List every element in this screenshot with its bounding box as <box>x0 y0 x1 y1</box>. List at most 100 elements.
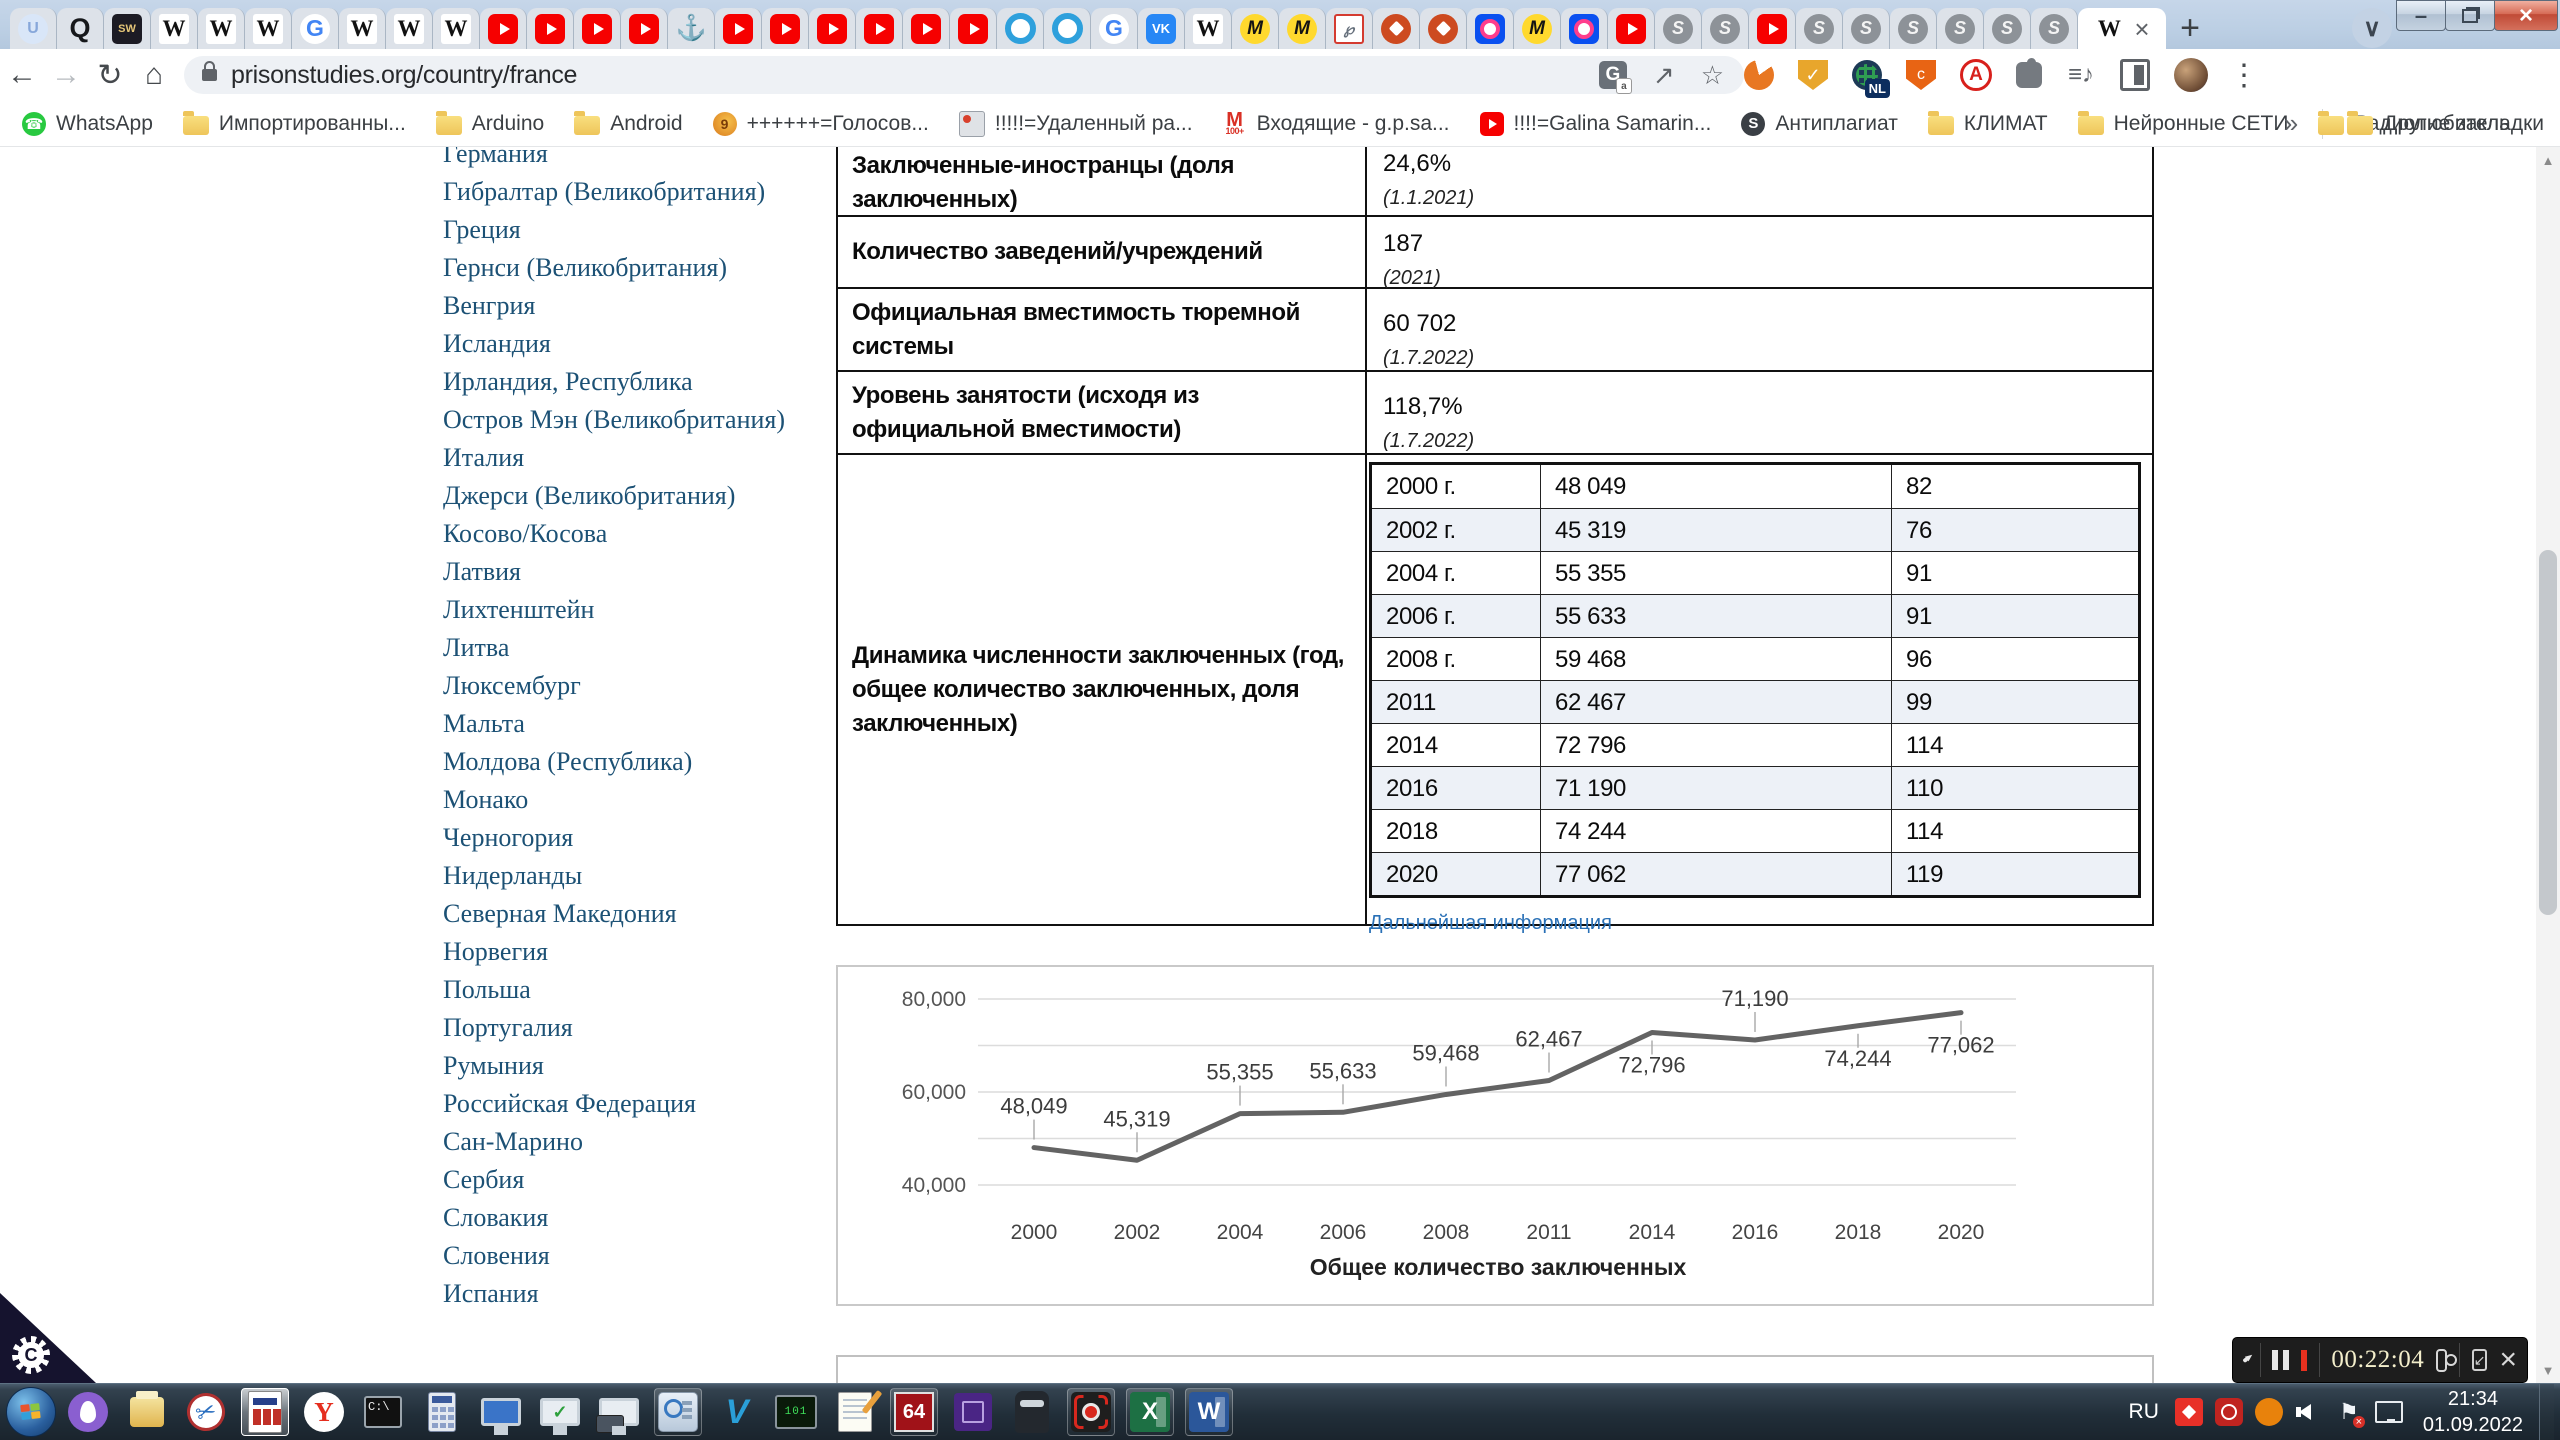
playlist-icon[interactable]: ≡♪ <box>2066 60 2096 90</box>
window-minimize-button[interactable]: – <box>2396 0 2446 31</box>
taskbar-app-toolbox[interactable] <box>595 1388 643 1436</box>
reader-icon[interactable] <box>2120 59 2150 91</box>
url-text[interactable]: prisonstudies.org/country/france <box>231 61 577 90</box>
taskbar-app-excel[interactable]: X <box>1126 1388 1174 1436</box>
pinned-tab-youtube[interactable] <box>1749 8 1796 49</box>
pinned-tab-google[interactable]: G <box>292 8 339 49</box>
pinned-tab-youtube[interactable] <box>950 8 997 49</box>
pinned-tab-globe[interactable]: S <box>1655 8 1702 49</box>
taskbar-app-remote[interactable] <box>477 1388 525 1436</box>
pinned-tab-globe[interactable]: S <box>1843 8 1890 49</box>
sidebar-item-country[interactable]: Норвегия <box>443 933 788 971</box>
sidebar-item-country[interactable]: Нидерланды <box>443 857 788 895</box>
screenshot-camera-icon[interactable] <box>2436 1349 2447 1372</box>
pinned-tab-youtube[interactable] <box>809 8 856 49</box>
bookmarks-overflow-icon[interactable]: » <box>2284 108 2298 139</box>
taskbar-app-cmd[interactable]: C:\ <box>359 1388 407 1436</box>
taskbar-app-tabledoc[interactable] <box>241 1388 289 1436</box>
sidebar-item-country[interactable]: Греция <box>443 211 788 249</box>
display-tray-icon[interactable] <box>2375 1401 2403 1423</box>
start-button[interactable] <box>6 1387 56 1437</box>
pinned-tab-ali[interactable] <box>1420 8 1467 49</box>
forward-button[interactable]: → <box>44 53 88 97</box>
taskbar-app-ninja[interactable] <box>1008 1388 1056 1436</box>
widget-tray-icon[interactable] <box>2175 1398 2203 1426</box>
sidebar-item-country[interactable]: Испания <box>443 1275 788 1313</box>
sidebar-item-country[interactable]: Косово/Косова <box>443 515 788 553</box>
more-info-link[interactable]: Дальнейшая информация <box>1369 908 2152 938</box>
sidebar-item-country[interactable]: Мальта <box>443 705 788 743</box>
pinned-tab-m[interactable]: M <box>1279 8 1326 49</box>
sidebar-item-country[interactable]: Венгрия <box>443 287 788 325</box>
bookmark-item[interactable]: !!!!!=Удаленный ра... <box>959 111 1193 137</box>
translate-icon[interactable]: Ga <box>1599 61 1627 89</box>
sidebar-item-country[interactable]: Италия <box>443 439 788 477</box>
sidebar-item-country[interactable]: Румыния <box>443 1047 788 1085</box>
pinned-tab-youtube[interactable] <box>527 8 574 49</box>
pinned-tab-ring[interactable] <box>997 8 1044 49</box>
pinned-tab-wiki[interactable]: W <box>1185 8 1232 49</box>
sidebar-item-country[interactable]: Литва <box>443 629 788 667</box>
taskbar-app-yandex[interactable]: Y <box>300 1388 348 1436</box>
pinned-tab-globe[interactable]: S <box>1796 8 1843 49</box>
sidebar-item-country[interactable]: Польша <box>443 971 788 1009</box>
taskbar-app-vscode[interactable]: V <box>713 1388 761 1436</box>
bookmark-star-icon[interactable]: ☆ <box>1701 60 1724 91</box>
taskbar-app-moncheck[interactable]: ✓ <box>536 1388 584 1436</box>
pinned-tab-google[interactable]: G <box>1091 8 1138 49</box>
bookmark-item[interactable]: SАнтиплагиат <box>1741 112 1897 136</box>
pinned-tab-ozon[interactable] <box>1561 8 1608 49</box>
pacman-icon[interactable] <box>1744 60 1774 90</box>
bookmark-item[interactable]: Нейронные СЕТИ <box>2078 112 2289 136</box>
window-restore-button[interactable] <box>2445 0 2495 31</box>
taskbar-app-notepad[interactable] <box>831 1388 879 1436</box>
new-tab-button[interactable]: + <box>2166 8 2214 49</box>
pinned-tab-youtube[interactable] <box>1608 8 1655 49</box>
bookmark-item[interactable]: Arduino <box>436 112 544 136</box>
pinned-tab-sw[interactable]: SW <box>104 8 151 49</box>
pinned-tab-script[interactable]: ℘ <box>1326 8 1373 49</box>
pinned-tab-youtube[interactable] <box>621 8 668 49</box>
pinned-tab-youtube[interactable] <box>574 8 621 49</box>
scroll-up-button[interactable]: ▲ <box>2536 147 2560 173</box>
taskbar-clock[interactable]: 21:34 01.09.2022 <box>2423 1386 2523 1438</box>
taskbar-app-chip[interactable] <box>949 1388 997 1436</box>
puzzle-icon[interactable] <box>2016 62 2042 88</box>
corner-gear-icon[interactable]: C <box>12 1336 50 1374</box>
audio-tray-icon[interactable] <box>2255 1398 2283 1426</box>
bookmark-item[interactable]: M100+Входящие - g.p.sa... <box>1223 112 1450 136</box>
pinned-tab-q[interactable]: Q <box>57 8 104 49</box>
sidebar-item-country[interactable]: Люксембург <box>443 667 788 705</box>
shield-cart-icon[interactable]: c <box>1906 60 1936 90</box>
page-scrollbar[interactable]: ▲ ▼ <box>2536 147 2560 1383</box>
pinned-tab-wiki[interactable]: W <box>198 8 245 49</box>
bookmark-item[interactable]: КЛИМАТ <box>1928 112 2048 136</box>
pinned-tab-wiki[interactable]: W <box>339 8 386 49</box>
avatar-icon[interactable] <box>2174 58 2208 92</box>
sidebar-item-country[interactable]: Молдова (Республика) <box>443 743 788 781</box>
taskbar-app-drop[interactable] <box>64 1388 112 1436</box>
pinned-tab-ali[interactable] <box>1373 8 1420 49</box>
browser-menu-icon[interactable]: ⋮ <box>2222 53 2266 97</box>
stop-record-icon[interactable] <box>2301 1350 2307 1371</box>
sidebar-item-country[interactable]: Сан-Марино <box>443 1123 788 1161</box>
pinned-tab-youtube[interactable] <box>480 8 527 49</box>
speaker-tray-icon[interactable] <box>2295 1398 2323 1426</box>
pinned-tab-wiki[interactable]: W <box>433 8 480 49</box>
shield-check-icon[interactable]: ✓ <box>1798 60 1828 90</box>
show-desktop-button[interactable] <box>2539 1384 2554 1440</box>
bookmark-item[interactable]: 9++++++=Голосов... <box>713 112 929 136</box>
sidebar-item-country[interactable]: Джерси (Великобритания) <box>443 477 788 515</box>
taskbar-app-fax[interactable] <box>123 1388 171 1436</box>
pinned-tab-globe[interactable]: S <box>1702 8 1749 49</box>
pinned-tab-m[interactable]: M <box>1514 8 1561 49</box>
pinned-tab-m[interactable]: M <box>1232 8 1279 49</box>
sidebar-item-country[interactable]: Словения <box>443 1237 788 1275</box>
sidebar-item-country[interactable]: Гернси (Великобритания) <box>443 249 788 287</box>
pinned-tab-youtube[interactable] <box>856 8 903 49</box>
sidebar-item-country[interactable]: Португалия <box>443 1009 788 1047</box>
active-tab[interactable]: W× <box>2078 8 2166 49</box>
flag-tray-icon[interactable]: ⚑ <box>2335 1398 2363 1426</box>
language-indicator[interactable]: RU <box>2129 1400 2159 1424</box>
sidebar-item-country[interactable]: Черногория <box>443 819 788 857</box>
